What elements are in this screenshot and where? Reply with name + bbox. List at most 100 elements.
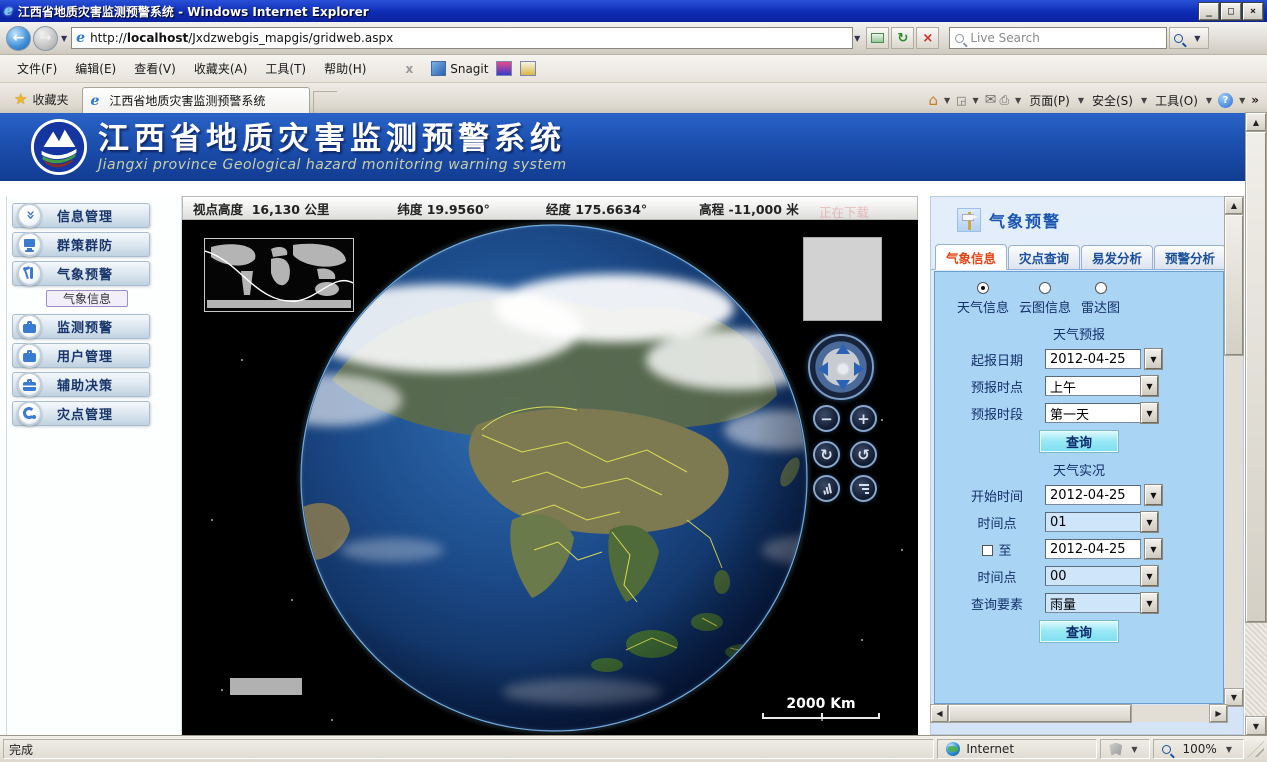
help-icon[interactable]: ? xyxy=(1218,93,1233,108)
radio-icon[interactable] xyxy=(1095,282,1107,294)
new-tab-button[interactable] xyxy=(313,91,337,113)
zoom-control[interactable]: 100% ▼ xyxy=(1153,739,1244,759)
scrollbar-thumb[interactable] xyxy=(949,705,1131,722)
print-dropdown-icon[interactable]: ▼ xyxy=(1015,96,1021,105)
print-icon[interactable]: ⎙ xyxy=(999,93,1009,108)
scroll-up-icon[interactable]: ▲ xyxy=(1225,197,1243,214)
page-menu-button[interactable]: 页面(P) xyxy=(1027,92,1072,109)
mail-icon[interactable]: ✉ xyxy=(985,92,997,108)
feeds-icon[interactable]: ◲ xyxy=(956,94,966,107)
menu-tools[interactable]: 工具(T) xyxy=(256,57,315,80)
menu-help[interactable]: 帮助(H) xyxy=(315,57,375,80)
sidebar-item-weather-warning[interactable]: 气象预警 xyxy=(12,261,150,286)
radio-icon[interactable] xyxy=(977,282,989,294)
tab-weather-info[interactable]: 气象信息 xyxy=(935,244,1007,270)
snagit-capture-icon[interactable] xyxy=(496,61,512,76)
forecast-date-combo[interactable]: 2012-04-25 ▼ xyxy=(1045,349,1162,369)
rotate-left-button[interactable]: ↻ xyxy=(813,441,840,468)
zoom-out-button[interactable]: − xyxy=(813,405,840,432)
browser-tab[interactable]: e 江西省地质灾害监测预警系统 xyxy=(82,87,310,113)
dropdown-arrow-icon[interactable]: ▼ xyxy=(1141,376,1158,396)
dropdown-arrow-icon[interactable]: ▼ xyxy=(1145,485,1162,505)
sidebar-item-user-management[interactable]: 用户管理 xyxy=(12,343,150,368)
compatibility-view-button[interactable] xyxy=(866,27,889,49)
pan-compass-control[interactable] xyxy=(808,334,874,400)
radio-icon[interactable] xyxy=(1039,282,1051,294)
back-button[interactable]: ← xyxy=(6,26,31,51)
tab-warning-analysis[interactable]: 预警分析 xyxy=(1154,245,1226,269)
protected-mode-dropdown-icon[interactable]: ▼ xyxy=(1131,745,1137,754)
dropdown-arrow-icon[interactable]: ▼ xyxy=(1145,539,1162,559)
safety-menu-button[interactable]: 安全(S) xyxy=(1090,92,1135,109)
scroll-left-icon[interactable]: ◀ xyxy=(931,705,948,722)
scroll-up-icon[interactable]: ▲ xyxy=(1246,113,1266,131)
stop-button[interactable]: × xyxy=(916,27,939,49)
history-dropdown-icon[interactable]: ▼ xyxy=(61,34,67,43)
search-options-dropdown-icon[interactable]: ▼ xyxy=(1194,34,1200,43)
zoom-dropdown-icon[interactable]: ▼ xyxy=(1226,745,1232,754)
search-input[interactable]: Live Search xyxy=(949,27,1167,49)
radio-weather-info[interactable]: 天气信息 xyxy=(957,282,1009,316)
snagit-button[interactable]: Snagit xyxy=(450,62,488,76)
scroll-down-icon[interactable]: ▼ xyxy=(1246,717,1266,735)
menu-file[interactable]: 文件(F) xyxy=(8,57,66,80)
scrollbar-thumb[interactable] xyxy=(1246,132,1266,622)
resize-grip[interactable] xyxy=(1248,741,1264,757)
tools-menu-button[interactable]: 工具(O) xyxy=(1153,92,1200,109)
radio-radar-image[interactable]: 雷达图 xyxy=(1081,282,1120,316)
favorites-button[interactable]: ★ 收藏夹 xyxy=(4,87,78,111)
menu-edit[interactable]: 编辑(E) xyxy=(66,57,125,80)
actual-end-date-combo[interactable]: 2012-04-25 ▼ xyxy=(1045,539,1162,559)
panel-vertical-scrollbar[interactable]: ▲ ▼ xyxy=(1225,197,1243,706)
protected-mode-button[interactable]: ▼ xyxy=(1100,739,1149,759)
pan-left-icon[interactable] xyxy=(818,362,828,376)
sidebar-item-info-management[interactable]: 信息管理 xyxy=(12,203,150,228)
url-input[interactable]: e http://localhost/Jxdzwebgis_mapgis/gri… xyxy=(71,27,853,49)
home-icon[interactable]: ⌂ xyxy=(928,91,938,109)
query-element-combo[interactable]: 雨量 ▼ xyxy=(1045,593,1158,613)
help-dropdown-icon[interactable]: ▼ xyxy=(1239,96,1245,105)
sidebar-item-hazard-point-management[interactable]: 灾点管理 xyxy=(12,401,150,426)
forecast-period-combo[interactable]: 第一天 ▼ xyxy=(1045,403,1158,423)
menu-view[interactable]: 查看(V) xyxy=(125,57,185,80)
tab-susceptibility-analysis[interactable]: 易发分析 xyxy=(1081,245,1153,269)
globe-viewport[interactable]: − + ↻ ↺ 2000 Km xyxy=(182,220,918,735)
close-button[interactable]: × xyxy=(1243,3,1263,20)
sidebar-item-group-prevention[interactable]: 群策群防 xyxy=(12,232,150,257)
home-dropdown-icon[interactable]: ▼ xyxy=(944,96,950,105)
menu-favorites[interactable]: 收藏夹(A) xyxy=(185,57,257,80)
sidebar-subitem-weather-info[interactable]: 气象信息 xyxy=(46,290,128,307)
panel-horizontal-scrollbar[interactable]: ◀ ▶ xyxy=(931,705,1227,722)
pan-up-icon[interactable] xyxy=(836,344,850,354)
feeds-dropdown-icon[interactable]: ▼ xyxy=(973,96,979,105)
radio-cloud-image[interactable]: 云图信息 xyxy=(1019,282,1071,316)
pan-right-icon[interactable] xyxy=(854,362,864,376)
dropdown-arrow-icon[interactable]: ▼ xyxy=(1141,566,1158,586)
actual-start-date-combo[interactable]: 2012-04-25 ▼ xyxy=(1045,485,1162,505)
refresh-button[interactable]: ↻ xyxy=(891,27,914,49)
zoom-in-button[interactable]: + xyxy=(850,405,877,432)
dropdown-arrow-icon[interactable]: ▼ xyxy=(1141,593,1158,613)
sidebar-item-decision-support[interactable]: 辅助决策 xyxy=(12,372,150,397)
dropdown-arrow-icon[interactable]: ▼ xyxy=(1141,512,1158,532)
actual-query-button[interactable]: 查询 xyxy=(1040,621,1118,642)
forecast-time-combo[interactable]: 上午 ▼ xyxy=(1045,376,1158,396)
toolbar-close-icon[interactable]: x xyxy=(405,62,413,76)
tilt-up-button[interactable] xyxy=(813,475,840,502)
page-dropdown-icon[interactable]: ▼ xyxy=(1078,96,1084,105)
forecast-query-button[interactable]: 查询 xyxy=(1040,431,1118,452)
actual-end-hour-combo[interactable]: 00 ▼ xyxy=(1045,566,1158,586)
search-go-button[interactable]: ▼ xyxy=(1169,27,1209,49)
scroll-right-icon[interactable]: ▶ xyxy=(1210,705,1227,722)
safety-dropdown-icon[interactable]: ▼ xyxy=(1141,96,1147,105)
tab-hazard-query[interactable]: 灾点查询 xyxy=(1008,245,1080,269)
page-vertical-scrollbar[interactable]: ▲ ▼ xyxy=(1245,113,1267,735)
rotate-right-button[interactable]: ↺ xyxy=(850,441,877,468)
forward-button[interactable]: → xyxy=(33,26,58,51)
snagit-profile-icon[interactable] xyxy=(520,61,536,76)
pan-down-icon[interactable] xyxy=(836,380,850,390)
dropdown-arrow-icon[interactable]: ▼ xyxy=(1141,403,1158,423)
until-checkbox[interactable] xyxy=(982,545,993,556)
scrollbar-thumb[interactable] xyxy=(1225,215,1243,355)
scroll-down-icon[interactable]: ▼ xyxy=(1225,689,1243,706)
